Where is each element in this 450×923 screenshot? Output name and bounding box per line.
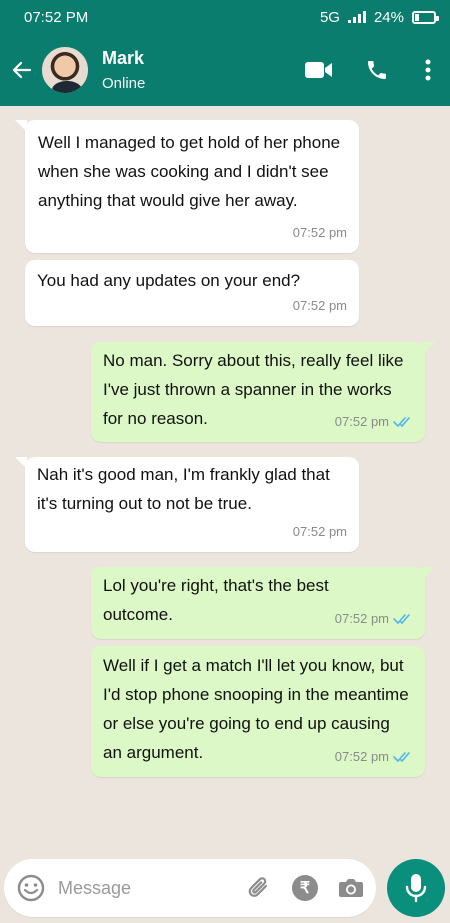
read-receipt-icon (393, 613, 410, 624)
message-input[interactable] (58, 877, 208, 899)
battery-percent: 24% (373, 8, 404, 26)
camera-icon[interactable] (338, 877, 364, 899)
message-time: 07:52 pm (334, 611, 389, 626)
message-meta: 07:52 pm (335, 742, 413, 771)
video-call-icon (305, 62, 332, 78)
microphone-icon (405, 874, 427, 903)
message-meta: 07:52 pm (293, 291, 347, 320)
more-options-icon (425, 59, 431, 81)
avatar[interactable] (40, 45, 90, 95)
message-time: 07:52 pm (292, 225, 347, 240)
video-call-button[interactable] (290, 34, 348, 106)
voice-call-icon (368, 61, 386, 79)
chat-header: Mark Online (0, 34, 450, 106)
contact-name: Mark (102, 48, 145, 68)
message-time: 07:52 pm (334, 749, 389, 764)
message-time: 07:52 pm (292, 524, 347, 539)
message-list[interactable]: Well I managed to get hold of her phone … (0, 106, 450, 846)
composer-actions: ₹ (246, 875, 364, 901)
attach-icon[interactable] (246, 875, 272, 901)
read-receipt-icon (393, 416, 410, 427)
header-actions (290, 34, 450, 106)
message-incoming[interactable]: Nah it's good man, I'm frankly glad that… (15, 457, 359, 552)
battery-icon (412, 10, 439, 24)
status-bar: 07:52 PM 5G 24% (0, 0, 450, 34)
back-button[interactable] (4, 34, 40, 106)
message-outgoing[interactable]: No man. Sorry about this, really feel li… (91, 342, 435, 442)
message-time: 07:52 pm (334, 414, 389, 429)
message-meta: 07:52 pm (293, 517, 347, 546)
emoji-icon[interactable] (16, 873, 46, 903)
message-composer: ₹ (4, 859, 376, 917)
message-meta: 07:52 pm (335, 407, 413, 436)
contact-info[interactable]: Mark Online (102, 48, 145, 92)
more-options-button[interactable] (406, 34, 450, 106)
message-text: Well I managed to get hold of her phone … (38, 133, 341, 210)
message-text: Lol you're right, that's the best outcom… (103, 576, 329, 624)
message-incoming[interactable]: You had any updates on your end? 07:52 p… (25, 260, 359, 326)
back-arrow-icon (12, 61, 32, 79)
payment-icon[interactable]: ₹ (292, 875, 318, 901)
message-meta: 07:52 pm (335, 604, 413, 633)
voice-call-button[interactable] (348, 34, 406, 106)
message-meta: 07:52 pm (293, 218, 347, 247)
message-outgoing[interactable]: Well if I get a match I'll let you know,… (91, 646, 425, 777)
network-type: 5G (319, 8, 340, 26)
message-incoming[interactable]: Well I managed to get hold of her phone … (15, 120, 359, 253)
voice-record-button[interactable] (387, 859, 445, 917)
status-indicators: 5G 24% (319, 8, 439, 26)
message-outgoing[interactable]: Lol you're right, that's the best outcom… (91, 567, 435, 639)
message-time: 07:52 pm (292, 298, 347, 313)
status-time: 07:52 PM (24, 8, 89, 26)
contact-status: Online (102, 75, 146, 92)
message-text: Nah it's good man, I'm frankly glad that… (37, 465, 330, 513)
signal-icon (347, 11, 366, 23)
read-receipt-icon (393, 751, 410, 762)
